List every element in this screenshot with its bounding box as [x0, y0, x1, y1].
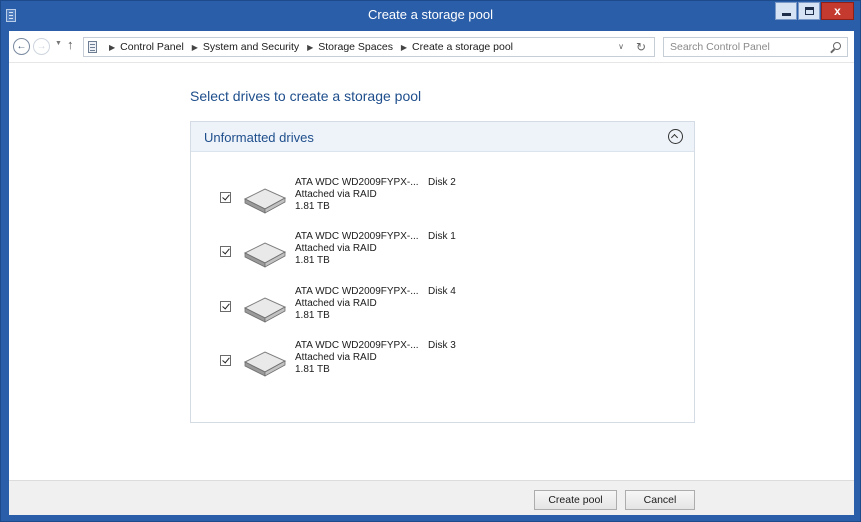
drive-name: ATA WDC WD2009FYPX-...	[295, 231, 419, 242]
create-pool-button[interactable]: Create pool	[534, 490, 617, 510]
forward-arrow-icon[interactable]: →	[33, 38, 50, 55]
back-arrow-icon[interactable]: ←	[13, 38, 30, 55]
drive-disk-label: Disk 4	[428, 286, 456, 297]
navigation-bar: ← → ▼ ↑ ▶ Control Panel ▶ System and Secur…	[9, 31, 854, 63]
drive-connection: Attached via RAID	[295, 189, 377, 200]
drive-connection: Attached via RAID	[295, 352, 377, 363]
up-arrow-icon[interactable]: ↑	[67, 37, 74, 52]
title-bar[interactable]: Create a storage pool x	[1, 1, 860, 31]
collapse-chevron-icon[interactable]	[668, 129, 683, 144]
cancel-button[interactable]: Cancel	[625, 490, 695, 510]
drive-name: ATA WDC WD2009FYPX-...	[295, 286, 419, 297]
close-button[interactable]: x	[821, 2, 854, 20]
breadcrumb-separator-icon[interactable]: ▶	[109, 43, 115, 52]
drive-name: ATA WDC WD2009FYPX-...	[295, 177, 419, 188]
drive-size: 1.81 TB	[295, 310, 330, 321]
address-bar[interactable]: ▶ Control Panel ▶ System and Security ▶ Sto…	[83, 37, 655, 57]
breadcrumb-storage-spaces[interactable]: Storage Spaces	[318, 41, 393, 53]
drive-disk-label: Disk 2	[428, 177, 456, 188]
footer-bar: Create pool Cancel	[9, 480, 854, 515]
panel-title: Unformatted drives	[204, 130, 314, 145]
minimize-button[interactable]	[775, 2, 797, 20]
close-icon: x	[834, 4, 841, 18]
drive-row[interactable]: ATA WDC WD2009FYPX-... Disk 4 Attached v…	[191, 286, 694, 336]
hard-drive-icon	[243, 242, 287, 268]
search-icon[interactable]	[833, 42, 841, 50]
drive-name: ATA WDC WD2009FYPX-...	[295, 340, 419, 351]
breadcrumb-separator-icon[interactable]: ▶	[307, 43, 313, 52]
window-controls: x	[774, 2, 854, 20]
drive-connection: Attached via RAID	[295, 298, 377, 309]
control-panel-icon	[88, 41, 97, 53]
window-title: Create a storage pool	[367, 7, 494, 22]
drive-size: 1.81 TB	[295, 364, 330, 375]
drive-row[interactable]: ATA WDC WD2009FYPX-... Disk 2 Attached v…	[191, 177, 694, 227]
hard-drive-icon	[243, 188, 287, 214]
drive-checkbox[interactable]	[220, 355, 231, 366]
drive-size: 1.81 TB	[295, 201, 330, 212]
recent-locations-chevron-icon[interactable]: ▼	[55, 40, 62, 47]
drive-row[interactable]: ATA WDC WD2009FYPX-... Disk 1 Attached v…	[191, 231, 694, 281]
unformatted-drives-panel: Unformatted drives ATA WDC WD2009FYPX-..…	[190, 121, 695, 423]
drive-size: 1.81 TB	[295, 255, 330, 266]
maximize-icon	[805, 7, 814, 15]
address-dropdown-chevron-icon[interactable]: ∨	[618, 42, 624, 51]
page-title: Select drives to create a storage pool	[190, 88, 422, 104]
drive-row[interactable]: ATA WDC WD2009FYPX-... Disk 3 Attached v…	[191, 340, 694, 390]
hard-drive-icon	[243, 351, 287, 377]
breadcrumb-separator-icon[interactable]: ▶	[192, 43, 198, 52]
breadcrumb-system-and-security[interactable]: System and Security	[203, 41, 299, 53]
minimize-icon	[782, 13, 791, 16]
breadcrumb-separator-icon[interactable]: ▶	[401, 43, 407, 52]
drive-disk-label: Disk 1	[428, 231, 456, 242]
drive-disk-label: Disk 3	[428, 340, 456, 351]
hard-drive-icon	[243, 297, 287, 323]
breadcrumb-create-storage-pool[interactable]: Create a storage pool	[412, 41, 513, 53]
drive-checkbox[interactable]	[220, 192, 231, 203]
search-box[interactable]	[663, 37, 848, 57]
search-input[interactable]	[670, 40, 820, 54]
maximize-button[interactable]	[798, 2, 820, 20]
drive-checkbox[interactable]	[220, 246, 231, 257]
breadcrumb-control-panel[interactable]: Control Panel	[120, 41, 184, 53]
drive-connection: Attached via RAID	[295, 243, 377, 254]
client-area: ← → ▼ ↑ ▶ Control Panel ▶ System and Secur…	[9, 31, 854, 515]
app-window: Create a storage pool x ← → ▼ ↑ ▶ Control…	[0, 0, 861, 522]
panel-header[interactable]: Unformatted drives	[191, 122, 694, 152]
breadcrumb: ▶ Control Panel ▶ System and Security ▶ Sto…	[104, 41, 513, 53]
drive-checkbox[interactable]	[220, 301, 231, 312]
refresh-icon[interactable]: ↻	[636, 40, 646, 54]
